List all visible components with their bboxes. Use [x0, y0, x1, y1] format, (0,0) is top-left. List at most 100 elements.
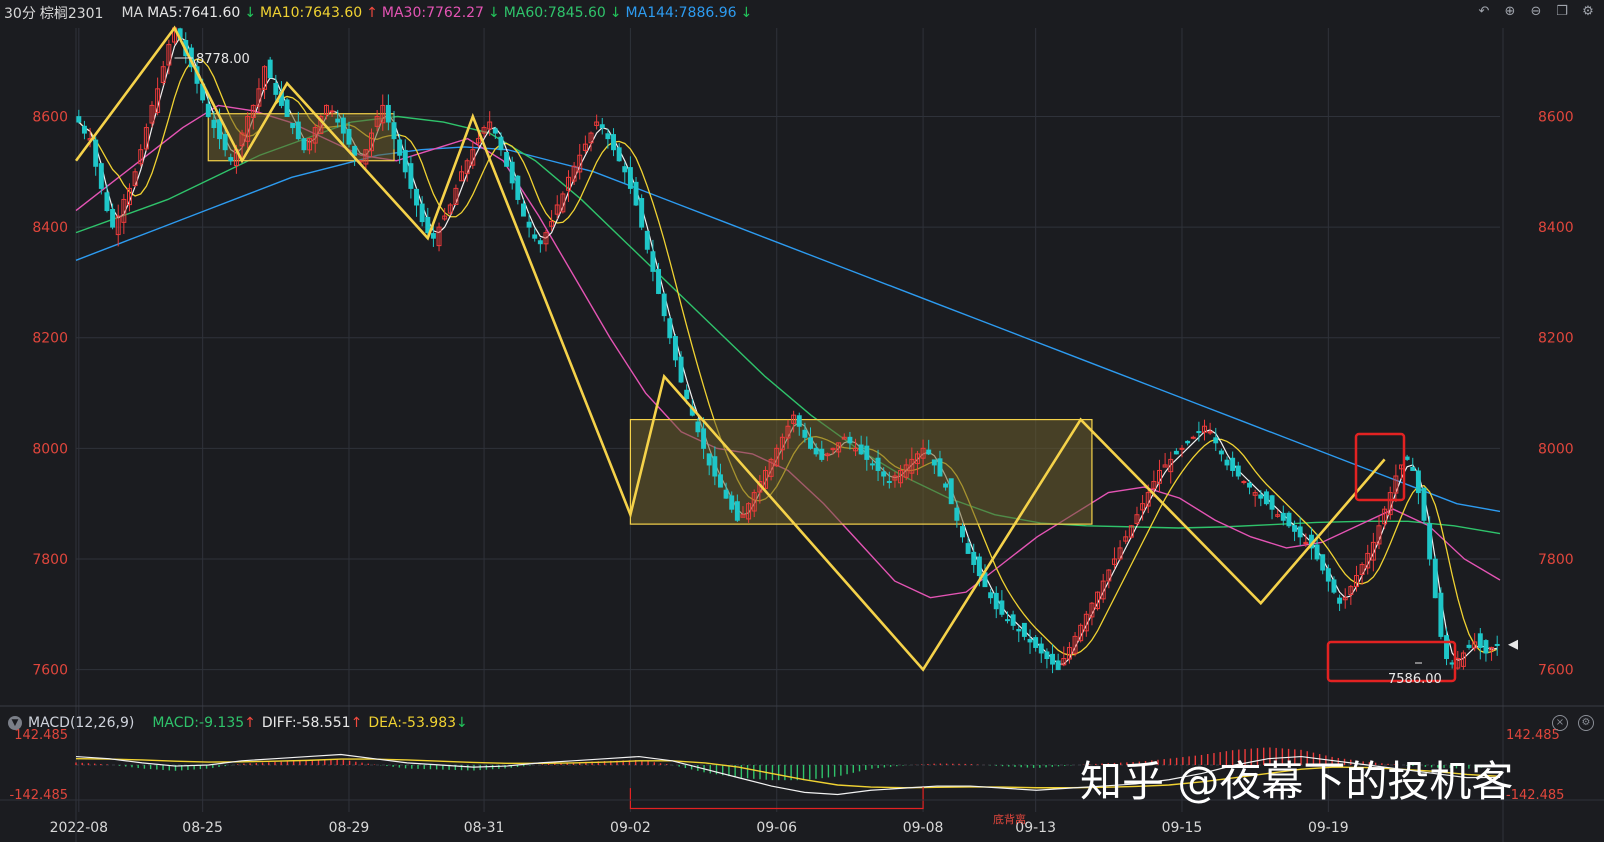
y-tick-label-right: 8000	[1538, 441, 1574, 457]
dea-value: DEA:-53.983	[368, 715, 457, 731]
candle-body	[993, 592, 999, 610]
candle-body	[504, 151, 510, 167]
candle-body	[1421, 487, 1427, 521]
consolidation-box	[629, 418, 1093, 525]
candle-body	[1010, 614, 1016, 626]
candle-body	[988, 592, 994, 599]
candle-body	[1044, 651, 1050, 660]
candle-body	[498, 136, 504, 151]
candle-body	[858, 444, 864, 455]
candle-body	[644, 230, 650, 250]
candle-body	[960, 526, 965, 538]
candle-body	[808, 437, 813, 449]
candle-body	[537, 240, 543, 245]
candle-body	[430, 233, 436, 239]
candle-body	[1415, 470, 1421, 494]
y-tick-label-right: 7600	[1538, 663, 1574, 679]
candle-body	[1005, 619, 1010, 622]
candle-body	[1410, 466, 1416, 471]
candle-body	[1218, 450, 1224, 455]
candle-body	[1230, 457, 1236, 471]
y-tick-label-right: 8600	[1538, 109, 1574, 125]
candle-body	[1224, 459, 1230, 466]
candle-body	[639, 198, 645, 228]
macd-tick-right: -142.485	[1506, 788, 1564, 803]
candle-body	[290, 122, 296, 129]
candle-body	[222, 134, 228, 151]
candle-body	[672, 336, 678, 361]
candle-body	[414, 188, 419, 206]
candle-body	[1494, 643, 1500, 646]
y-tick-label-left: 8600	[32, 109, 68, 125]
candle-body	[1297, 526, 1303, 538]
candle-body	[661, 293, 667, 317]
candle-body	[796, 415, 802, 427]
candle-body	[1280, 512, 1286, 521]
candle-body	[1235, 465, 1241, 477]
candle-body	[605, 133, 611, 140]
candle-body	[1292, 525, 1298, 532]
candle-body	[1247, 482, 1253, 488]
candle-body	[611, 134, 616, 151]
price-axis: 8600 8600 8400 8400 8200 8200 8000 8000 7800 7800…	[32, 109, 1573, 678]
candle-body	[1404, 456, 1410, 460]
macd-title[interactable]: MACD(12,26,9)	[28, 715, 134, 731]
candle-body	[267, 59, 273, 79]
candle-body	[98, 163, 104, 189]
candle-body	[408, 163, 414, 189]
candle-body	[273, 83, 279, 95]
x-tick-label: 09-08	[903, 820, 944, 836]
candle-body	[1055, 660, 1061, 671]
candle-body	[1286, 512, 1292, 527]
candle-body	[1483, 640, 1489, 654]
candle-body	[1432, 558, 1438, 599]
candle-body	[1258, 494, 1264, 499]
candle-body	[943, 483, 949, 488]
candle-body	[999, 600, 1005, 615]
candle-body	[1033, 637, 1039, 648]
candle-body	[301, 138, 307, 151]
y-tick-label-right: 8200	[1538, 331, 1574, 347]
close-icon[interactable]: ×	[1552, 715, 1568, 731]
candle-body	[1173, 450, 1179, 455]
candle-body	[1438, 592, 1444, 637]
candle-body	[650, 251, 656, 272]
x-tick-label: 08-29	[329, 820, 370, 836]
x-tick-label: 08-25	[182, 820, 223, 836]
candle-body	[1477, 633, 1483, 648]
candle-body	[627, 167, 633, 189]
candle-body	[633, 181, 639, 206]
candle-body	[976, 556, 982, 577]
candle-body	[948, 478, 954, 505]
high-price-label: 8778.00	[196, 52, 250, 67]
candle-body	[532, 234, 538, 239]
candle-body	[217, 119, 222, 140]
candle-body	[340, 117, 346, 134]
candle-body	[701, 428, 707, 449]
x-tick-label: 09-06	[756, 820, 797, 836]
candle-body	[515, 175, 521, 200]
candle-body	[1241, 481, 1247, 484]
candle-body	[1449, 662, 1455, 665]
x-tick-label: 2022-08	[50, 820, 109, 836]
y-tick-label-left: 7800	[32, 552, 68, 568]
candle-body	[346, 128, 352, 145]
candle-body	[1196, 431, 1202, 434]
x-tick-label: 09-19	[1308, 820, 1349, 836]
candle-body	[847, 436, 853, 444]
candle-body	[712, 456, 718, 477]
candle-body	[1269, 495, 1275, 510]
candle-body	[352, 145, 358, 156]
candle-body	[1038, 643, 1044, 654]
candle-body	[729, 495, 735, 510]
y-tick-label-left: 8000	[32, 441, 68, 457]
settings-icon[interactable]: ⚙	[1578, 715, 1594, 731]
candle-body	[391, 122, 397, 140]
macd-value: MACD:-9.135	[152, 715, 245, 731]
candle-body	[1314, 544, 1320, 560]
low-price-label: 7586.00	[1388, 672, 1442, 687]
candle-body	[931, 459, 937, 466]
current-price-marker	[1508, 639, 1518, 650]
collapse-icon[interactable]: ▼	[8, 716, 22, 730]
candle-body	[1185, 440, 1191, 444]
